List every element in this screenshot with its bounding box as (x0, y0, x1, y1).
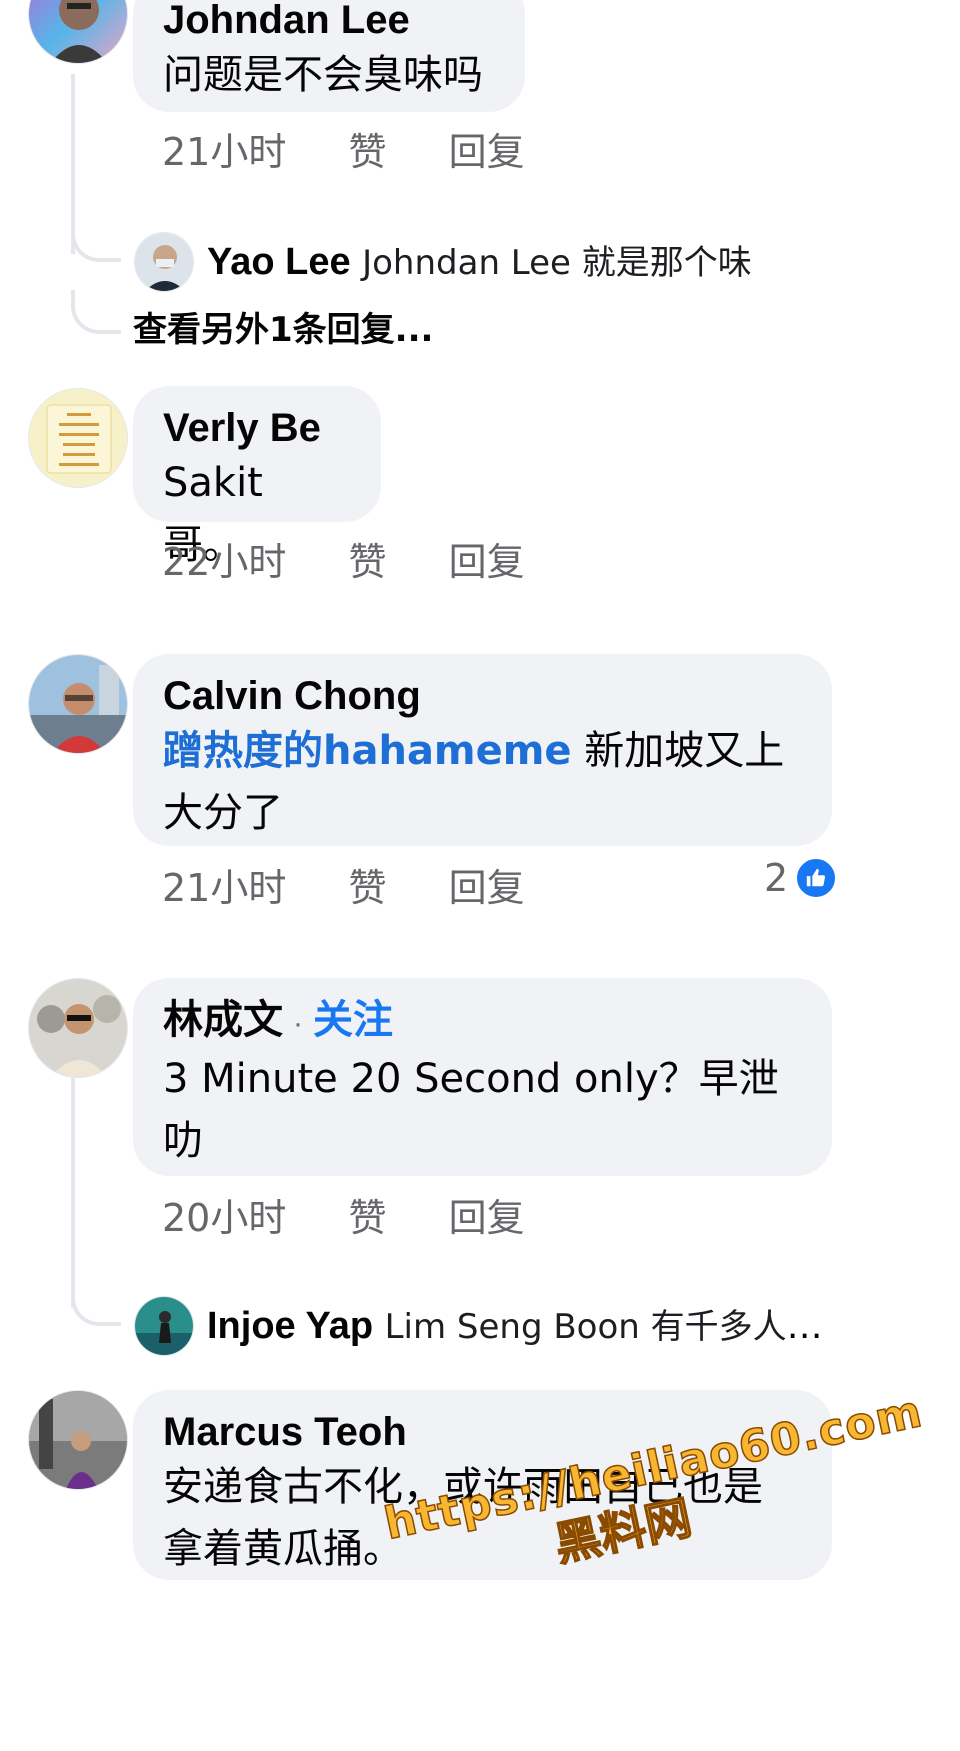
comment-bubble: Calvin Chong 蹭热度的hahameme 新加坡又上大分了 (133, 654, 832, 846)
thread-connector (71, 230, 121, 262)
thread-connector (71, 290, 121, 334)
comment-bubble: Verly Be Sakit 哥。 (133, 386, 381, 568)
reply-preview[interactable]: Yao Lee Johndan Lee 就是那个味 (207, 240, 827, 285)
like-button[interactable]: 赞 (348, 130, 386, 174)
reply-author[interactable]: Injoe Yap (207, 1305, 373, 1347)
commenter-name-row: 林成文 · 关注 (163, 996, 802, 1048)
comment-text: 问题是不会臭味吗 (163, 52, 483, 98)
commenter-name[interactable]: Calvin Chong (163, 672, 802, 720)
reply-button[interactable]: 回复 (449, 540, 525, 584)
comment-time[interactable]: 21小时 (162, 130, 286, 174)
comment-actions: 20小时 赞 回复 (162, 1196, 575, 1240)
avatar-marcus-teoh[interactable] (28, 1390, 128, 1490)
reply-button[interactable]: 回复 (449, 130, 525, 174)
comment-time[interactable]: 22小时 (162, 540, 286, 584)
reaction-count: 2 (764, 856, 789, 900)
comment-time[interactable]: 20小时 (162, 1196, 286, 1240)
commenter-name[interactable]: Verly Be (163, 404, 351, 452)
mention-link[interactable]: 蹭热度的hahameme (163, 728, 572, 774)
commenter-name[interactable]: Johndan Lee (163, 0, 495, 44)
avatar-injoe-yap[interactable] (134, 1296, 194, 1356)
reply-text: Johndan Lee 就是那个味 (362, 243, 752, 283)
comment-bubble: Johndan Lee 问题是不会臭味吗 (133, 0, 525, 112)
reply-author[interactable]: Yao Lee (207, 241, 351, 283)
separator-dot: · (293, 1007, 303, 1040)
avatar-calvin-chong[interactable] (28, 654, 128, 754)
reply-button[interactable]: 回复 (449, 866, 525, 910)
comment-actions: 21小时 赞 回复 (162, 866, 575, 910)
avatar-johndan-lee[interactable] (28, 0, 128, 64)
comment-text: 蹭热度的hahameme 新加坡又上大分了 (163, 720, 802, 844)
reply-preview[interactable]: Injoe Yap Lim Seng Boon 有千多人48... (207, 1304, 832, 1349)
comment-bubble: 林成文 · 关注 3 Minute 20 Second only？早泄叻 (133, 978, 832, 1176)
commenter-name[interactable]: 林成文 (163, 998, 283, 1042)
view-more-replies-link[interactable]: 查看另外1条回复... (133, 308, 433, 352)
thumbs-up-icon (794, 856, 839, 900)
reply-text: Lim Seng Boon 有千多人48... (384, 1307, 832, 1347)
thread-line (71, 1078, 75, 1308)
comment-actions: 21小时 赞 回复 (162, 130, 575, 174)
thread-connector (71, 1294, 121, 1326)
like-button[interactable]: 赞 (348, 540, 386, 584)
comment-time[interactable]: 21小时 (162, 866, 286, 910)
avatar-lin-cheng-wen[interactable] (28, 978, 128, 1078)
comment-text: 3 Minute 20 Second only？早泄叻 (163, 1056, 779, 1164)
follow-button[interactable]: 关注 (313, 998, 393, 1042)
reply-button[interactable]: 回复 (449, 1196, 525, 1240)
comment-actions: 22小时 赞 回复 (162, 540, 575, 584)
thread-line (71, 74, 75, 254)
like-button[interactable]: 赞 (348, 866, 386, 910)
reaction-summary[interactable]: 2 (764, 856, 839, 900)
avatar-verly-be[interactable] (28, 388, 128, 488)
like-button[interactable]: 赞 (348, 1196, 386, 1240)
avatar-yao-lee[interactable] (134, 232, 194, 292)
